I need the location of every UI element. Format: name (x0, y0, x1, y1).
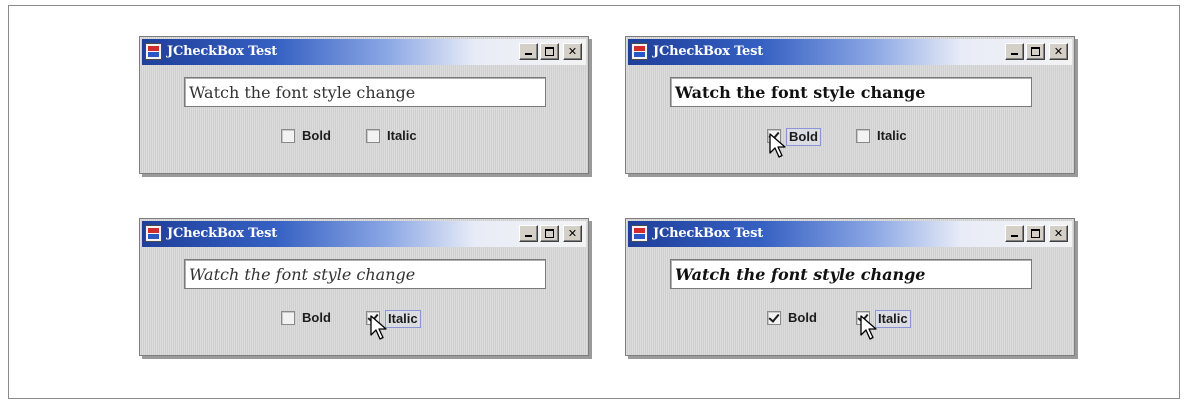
style-options: Bold Italic (140, 307, 588, 340)
window-controls: ✕ (519, 225, 582, 243)
figure-frame: JCheckBox Test ✕ Watch the font style ch… (8, 5, 1180, 399)
bold-label[interactable]: Bold (786, 310, 819, 326)
arrow-pointer-icon (370, 315, 387, 340)
close-button[interactable]: ✕ (563, 225, 582, 242)
italic-checkbox[interactable] (366, 129, 380, 143)
bold-checkbox[interactable] (767, 311, 781, 325)
close-button[interactable]: ✕ (1049, 225, 1068, 242)
bold-checkbox[interactable] (281, 129, 295, 143)
arrow-pointer-icon (769, 133, 786, 158)
bold-label[interactable]: Bold (786, 128, 821, 146)
java-cup-icon[interactable] (631, 225, 648, 242)
jcheckbox-window-italic: JCheckBox Test ✕ Watch the font style ch… (139, 218, 589, 356)
sample-text-field[interactable]: Watch the font style change (184, 77, 546, 107)
java-cup-icon[interactable] (145, 43, 162, 60)
arrow-pointer-icon (860, 315, 877, 340)
style-options: Bold Italic (626, 125, 1074, 158)
title-bar[interactable]: JCheckBox Test ✕ (628, 221, 1072, 247)
bold-checkbox[interactable] (281, 311, 295, 325)
window-controls: ✕ (1005, 43, 1068, 61)
maximize-button[interactable] (540, 225, 559, 242)
window-title: JCheckBox Test (653, 226, 764, 241)
title-bar[interactable]: JCheckBox Test ✕ (142, 221, 586, 247)
minimize-button[interactable] (519, 43, 538, 60)
jcheckbox-window-bold-italic: JCheckBox Test ✕ Watch the font style ch… (625, 218, 1075, 356)
window-title: JCheckBox Test (167, 226, 278, 241)
sample-text-field[interactable]: Watch the font style change (670, 259, 1032, 289)
title-bar[interactable]: JCheckBox Test ✕ (142, 39, 586, 65)
minimize-button[interactable] (519, 225, 538, 242)
window-controls: ✕ (1005, 225, 1068, 243)
jcheckbox-window-bold: JCheckBox Test ✕ Watch the font style ch… (625, 36, 1075, 174)
maximize-button[interactable] (1026, 43, 1045, 60)
close-button[interactable]: ✕ (563, 43, 582, 60)
italic-label[interactable]: Italic (385, 310, 421, 328)
italic-label[interactable]: Italic (385, 128, 419, 144)
italic-label[interactable]: Italic (875, 128, 909, 144)
maximize-button[interactable] (1026, 225, 1045, 242)
window-title: JCheckBox Test (653, 44, 764, 59)
close-button[interactable]: ✕ (1049, 43, 1068, 60)
window-controls: ✕ (519, 43, 582, 61)
maximize-button[interactable] (540, 43, 559, 60)
minimize-button[interactable] (1005, 43, 1024, 60)
bold-label[interactable]: Bold (300, 128, 333, 144)
sample-text-field[interactable]: Watch the font style change (184, 259, 546, 289)
java-cup-icon[interactable] (631, 43, 648, 60)
java-cup-icon[interactable] (145, 225, 162, 242)
window-title: JCheckBox Test (167, 44, 278, 59)
style-options: Bold Italic (140, 125, 588, 147)
minimize-button[interactable] (1005, 225, 1024, 242)
bold-label[interactable]: Bold (300, 310, 333, 326)
jcheckbox-window-plain: JCheckBox Test ✕ Watch the font style ch… (139, 36, 589, 174)
title-bar[interactable]: JCheckBox Test ✕ (628, 39, 1072, 65)
italic-checkbox[interactable] (856, 129, 870, 143)
sample-text-field[interactable]: Watch the font style change (670, 77, 1032, 107)
style-options: Bold Italic (626, 307, 1074, 340)
italic-label[interactable]: Italic (875, 310, 911, 328)
